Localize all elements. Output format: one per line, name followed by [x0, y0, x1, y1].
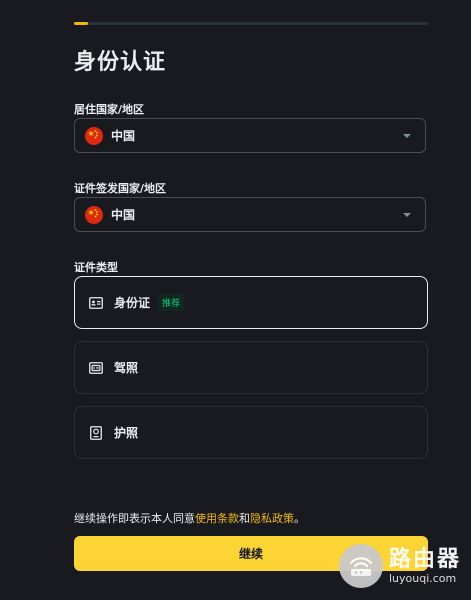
passport-icon [88, 425, 104, 441]
consent-prefix: 继续操作即表示本人同意 [74, 512, 195, 525]
page-title: 身份认证 [74, 50, 167, 75]
recommended-badge: 推荐 [158, 294, 185, 311]
doc-option-passport[interactable]: 护照 [74, 406, 428, 459]
residence-select[interactable]: 中国 [74, 118, 426, 153]
consent-text: 继续操作即表示本人同意使用条款和隐私政策。 [74, 510, 305, 526]
doc-option-label: 身份证 [114, 296, 151, 310]
doc-option-id-card[interactable]: 身份证 推荐 [74, 276, 428, 329]
residence-label: 居住国家/地区 [74, 103, 145, 116]
privacy-link[interactable]: 隐私政策 [250, 512, 294, 525]
watermark-subtitle: luyouqi.com [388, 571, 457, 585]
china-flag-icon [85, 205, 103, 224]
chevron-down-icon [403, 134, 411, 138]
chevron-down-icon [403, 213, 411, 217]
progress-fill [74, 22, 89, 25]
terms-link[interactable]: 使用条款 [195, 512, 239, 525]
progress-bar [74, 22, 428, 25]
doc-option-label: 护照 [114, 426, 139, 440]
consent-and: 和 [239, 512, 250, 525]
drivers-license-icon [88, 360, 104, 376]
issuer-label: 证件签发国家/地区 [74, 182, 167, 195]
issuer-select[interactable]: 中国 [74, 197, 426, 232]
doc-type-label: 证件类型 [74, 261, 118, 274]
consent-suffix: 。 [294, 512, 305, 525]
china-flag-icon [85, 126, 103, 145]
watermark-title: 路由器 [388, 546, 461, 572]
router-logo-icon [338, 544, 383, 588]
watermark: 路由器 luyouqi.com [338, 544, 461, 588]
doc-option-drivers-license[interactable]: 驾照 [74, 341, 428, 394]
id-card-icon [88, 295, 104, 311]
issuer-value: 中国 [111, 208, 136, 222]
doc-option-label: 驾照 [114, 361, 139, 375]
residence-value: 中国 [111, 129, 136, 143]
